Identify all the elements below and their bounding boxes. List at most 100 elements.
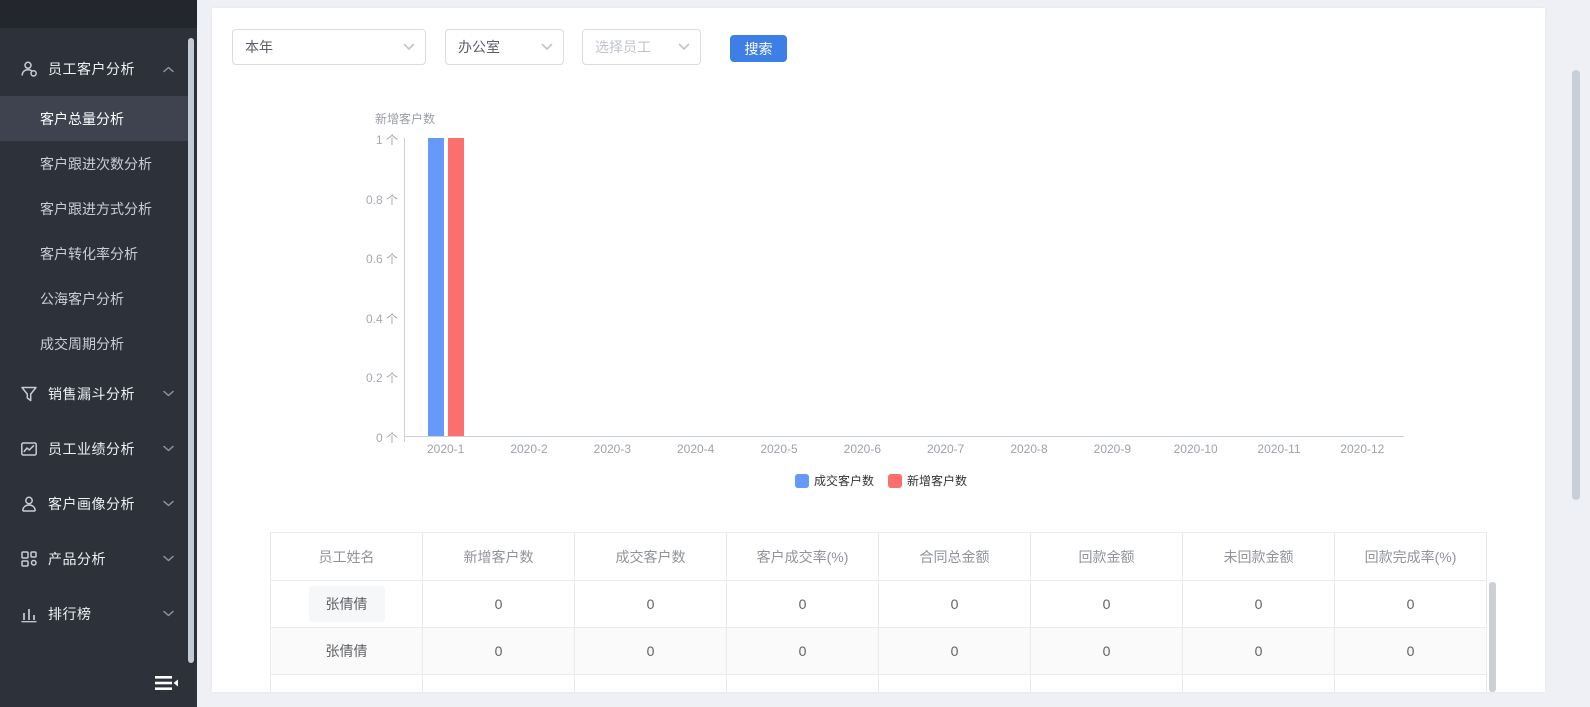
table-cell: 0 <box>1335 581 1487 628</box>
chevron-down-icon <box>541 43 553 51</box>
table-cell: 0 <box>727 581 879 628</box>
y-axis-tick-label: 0.8 个 <box>328 191 398 208</box>
sidebar-group-employee-performance-analysis: 员工业绩分析 <box>0 421 188 476</box>
table-header-4: 合同总金额 <box>879 533 1031 581</box>
legend-item[interactable]: 新增客户数 <box>888 472 967 489</box>
x-axis-tick-label: 2020-3 <box>572 442 652 456</box>
x-axis-tick-label: 2020-12 <box>1322 442 1402 456</box>
sidebar-subitem-label: 客户总量分析 <box>40 109 124 129</box>
collapse-menu-icon <box>153 672 179 694</box>
sidebar-collapse-button[interactable] <box>148 667 184 699</box>
sidebar-item-customer-portrait-analysis[interactable]: 客户画像分析 <box>0 476 188 531</box>
chevron-down-icon <box>162 555 174 562</box>
funnel-icon <box>20 385 38 403</box>
chevron-up-icon <box>162 66 174 73</box>
employee-stats-table: 员工姓名新增客户数成交客户数客户成交率(%)合同总金额回款金额未回款金额回款完成… <box>270 532 1487 692</box>
table-header-1: 新增客户数 <box>423 533 575 581</box>
employee-select[interactable]: 选择员工 <box>582 29 701 65</box>
table-cell <box>879 675 1031 693</box>
chevron-down-icon <box>403 43 415 51</box>
table-scrollbar-thumb[interactable] <box>1489 582 1496 692</box>
sidebar-group-customer-portrait-analysis: 客户画像分析 <box>0 476 188 531</box>
product-grid-icon <box>20 550 38 568</box>
x-axis-tick-label: 2020-10 <box>1156 442 1236 456</box>
sidebar-subitem-label: 客户跟进次数分析 <box>40 154 152 174</box>
y-axis-tick-label: 0.4 个 <box>328 310 398 327</box>
legend-item[interactable]: 成交客户数 <box>795 472 874 489</box>
table-cell: 0 <box>727 628 879 675</box>
y-axis-tick-label: 1 个 <box>328 131 398 148</box>
employee-name-tag[interactable]: 张倩倩 <box>309 586 385 622</box>
chevron-down-icon <box>162 500 174 507</box>
sidebar-item-employee-customer-analysis[interactable]: 员工客户分析 <box>0 42 188 96</box>
table-cell: 0 <box>423 581 575 628</box>
sidebar-subitem-label: 客户转化率分析 <box>40 244 138 264</box>
table-header-6: 未回款金额 <box>1183 533 1335 581</box>
customer-portrait-icon <box>20 495 38 513</box>
table-cell: 0 <box>1183 628 1335 675</box>
sidebar-subitem-public-sea-customer-analysis[interactable]: 公海客户分析 <box>0 276 188 321</box>
sidebar-group-employee-customer-analysis: 员工客户分析客户总量分析客户跟进次数分析客户跟进方式分析客户转化率分析公海客户分… <box>0 42 188 366</box>
chevron-down-icon <box>162 610 174 617</box>
table-header-7: 回款完成率(%) <box>1335 533 1487 581</box>
table-cell <box>1183 675 1335 693</box>
table-row: 张倩倩0000000 <box>271 628 1487 675</box>
chart-y-axis-title: 新增客户数 <box>375 110 435 127</box>
x-axis-tick-label: 2020-4 <box>656 442 736 456</box>
table-row: 张倩倩0000000 <box>271 581 1487 628</box>
x-axis-tick-label: 2020-11 <box>1239 442 1319 456</box>
sidebar-group-product-analysis: 产品分析 <box>0 531 188 586</box>
sidebar-item-ranking-list[interactable]: 排行榜 <box>0 586 188 641</box>
sidebar-subitem-customer-conversion-rate-analysis[interactable]: 客户转化率分析 <box>0 231 188 276</box>
x-axis-tick-label: 2020-2 <box>489 442 569 456</box>
table-cell: 0 <box>879 628 1031 675</box>
ranking-bars-icon <box>20 605 38 623</box>
performance-chart-icon <box>20 440 38 458</box>
table-cell <box>1031 675 1183 693</box>
bar-新增客户数 <box>448 138 464 436</box>
sidebar-subitem-deal-cycle-analysis[interactable]: 成交周期分析 <box>0 321 188 366</box>
sidebar-item-label: 销售漏斗分析 <box>48 384 162 404</box>
sidebar-group-ranking-list: 排行榜 <box>0 586 188 641</box>
sidebar-group-sales-funnel-analysis: 销售漏斗分析 <box>0 366 188 421</box>
table-header-3: 客户成交率(%) <box>727 533 879 581</box>
department-select[interactable]: 办公室 <box>445 29 564 65</box>
sidebar-subitem-customer-total-analysis[interactable]: 客户总量分析 <box>0 96 188 141</box>
sidebar-scrollbar-thumb[interactable] <box>188 38 194 663</box>
sidebar-item-label: 产品分析 <box>48 549 162 569</box>
table-cell: 0 <box>1335 628 1487 675</box>
x-axis-tick-label: 2020-9 <box>1072 442 1152 456</box>
legend-label: 新增客户数 <box>907 472 967 489</box>
bar-成交客户数 <box>428 138 444 436</box>
legend-swatch <box>888 474 902 488</box>
sidebar-menu: 员工客户分析客户总量分析客户跟进次数分析客户跟进方式分析客户转化率分析公海客户分… <box>0 28 188 641</box>
year-range-select-value: 本年 <box>245 37 403 57</box>
search-button[interactable]: 搜索 <box>730 35 787 62</box>
page-scrollbar-thumb[interactable] <box>1572 70 1580 500</box>
employee-select-placeholder: 选择员工 <box>595 37 678 57</box>
x-axis-tick-label: 2020-8 <box>989 442 1069 456</box>
sidebar-subitem-label: 公海客户分析 <box>40 289 124 309</box>
sidebar-item-sales-funnel-analysis[interactable]: 销售漏斗分析 <box>0 366 188 421</box>
sidebar-item-label: 排行榜 <box>48 604 162 624</box>
user-analysis-icon <box>20 60 38 78</box>
x-axis-tick-label: 2020-6 <box>822 442 902 456</box>
table-cell <box>1335 675 1487 693</box>
y-axis-line <box>404 138 405 442</box>
chevron-down-icon <box>162 445 174 452</box>
table-cell: 0 <box>575 581 727 628</box>
sidebar-subitem-label: 客户跟进方式分析 <box>40 199 152 219</box>
chart-legend: 成交客户数 新增客户数 <box>381 472 1381 489</box>
employee-name-cell: 张倩倩 <box>271 628 423 675</box>
chevron-down-icon <box>678 43 690 51</box>
table-header-5: 回款金额 <box>1031 533 1183 581</box>
sidebar-item-employee-performance-analysis[interactable]: 员工业绩分析 <box>0 421 188 476</box>
table-header-0: 员工姓名 <box>271 533 423 581</box>
year-range-select[interactable]: 本年 <box>232 29 426 65</box>
sidebar-subitem-customer-followup-count-analysis[interactable]: 客户跟进次数分析 <box>0 141 188 186</box>
y-axis-tick-label: 0.6 个 <box>328 250 398 267</box>
table-row <box>271 675 1487 693</box>
sidebar-item-product-analysis[interactable]: 产品分析 <box>0 531 188 586</box>
table-cell: 0 <box>1031 581 1183 628</box>
sidebar-subitem-customer-followup-method-analysis[interactable]: 客户跟进方式分析 <box>0 186 188 231</box>
